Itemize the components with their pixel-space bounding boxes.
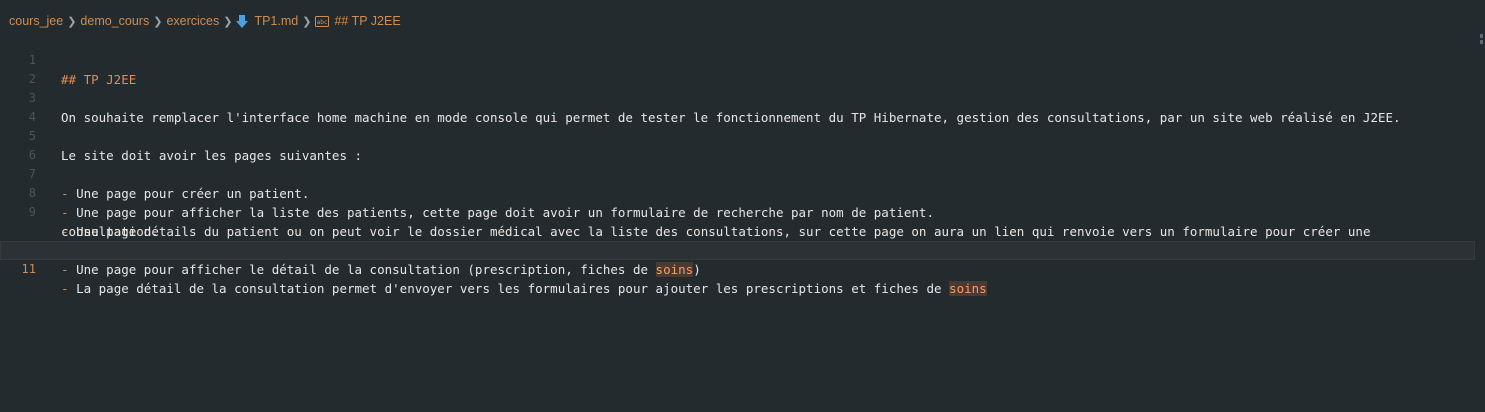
code-line[interactable]: 2 bbox=[0, 51, 1475, 86]
code-line[interactable]: 10 - Une page pour afficher le détail de… bbox=[0, 222, 1475, 277]
svg-text:abc: abc bbox=[317, 19, 328, 26]
line-text: - La page détail de la consultation perm… bbox=[61, 279, 987, 298]
editor[interactable]: cours_jee ❯ demo_cours ❯ exercices ❯ TP1… bbox=[0, 0, 1485, 412]
code-line[interactable]: 7 - Une page pour créer un patient. bbox=[0, 146, 1475, 201]
breadcrumb-symbol-label: ## TP J2EE bbox=[334, 14, 401, 28]
scrollbar-marker bbox=[1480, 40, 1483, 44]
list-item-text-end: ) bbox=[693, 262, 701, 277]
word-highlight: soins bbox=[655, 262, 694, 277]
breadcrumb-file[interactable]: TP1.md bbox=[236, 14, 298, 28]
string-symbol-icon: abc bbox=[315, 15, 330, 27]
breadcrumb-folder-cours-jee[interactable]: cours_jee bbox=[9, 14, 63, 28]
code-line[interactable]: 1 ## TP J2EE bbox=[0, 32, 1475, 87]
code-line[interactable]: 4 bbox=[0, 89, 1475, 124]
line-number: 11 bbox=[21, 262, 36, 276]
code-line-current[interactable]: 11 - La page détail de la consultation p… bbox=[0, 241, 1475, 296]
code-line[interactable]: 3 On souhaite remplacer l'interface home… bbox=[0, 70, 1475, 125]
code-line[interactable]: 8 - Une page pour afficher la liste des … bbox=[0, 165, 1475, 220]
code-area[interactable]: 1 ## TP J2EE 2 3 On souhaite remplacer l… bbox=[0, 32, 1475, 296]
breadcrumb-symbol[interactable]: abc ## TP J2EE bbox=[315, 14, 401, 28]
markdown-file-icon bbox=[236, 14, 249, 28]
code-line[interactable]: 9 - Une page détails du patient ou on pe… bbox=[0, 184, 1475, 239]
scrollbar-marker bbox=[1480, 34, 1483, 38]
breadcrumb-folder-demo-cours[interactable]: demo_cours bbox=[80, 14, 149, 28]
list-item-text: Une page pour afficher le détail de la c… bbox=[76, 262, 656, 277]
chevron-right-icon: ❯ bbox=[67, 15, 77, 28]
list-bullet: - bbox=[61, 281, 77, 296]
code-line-wrapped[interactable]: consultation. bbox=[0, 203, 1475, 239]
code-line[interactable]: 6 bbox=[0, 127, 1475, 162]
list-bullet: - bbox=[61, 262, 77, 277]
chevron-right-icon: ❯ bbox=[153, 15, 163, 28]
word-highlight: soins bbox=[949, 281, 987, 296]
code-line[interactable]: 5 Le site doit avoir les pages suivantes… bbox=[0, 108, 1475, 163]
chevron-right-icon: ❯ bbox=[302, 15, 312, 28]
breadcrumb-folder-exercices[interactable]: exercices bbox=[166, 14, 219, 28]
line-text: - Une page pour afficher le détail de la… bbox=[61, 260, 701, 279]
breadcrumb: cours_jee ❯ demo_cours ❯ exercices ❯ TP1… bbox=[9, 11, 401, 31]
chevron-right-icon: ❯ bbox=[223, 15, 233, 28]
breadcrumb-file-label: TP1.md bbox=[254, 14, 299, 28]
list-item-text: La page détail de la consultation permet… bbox=[76, 281, 950, 296]
